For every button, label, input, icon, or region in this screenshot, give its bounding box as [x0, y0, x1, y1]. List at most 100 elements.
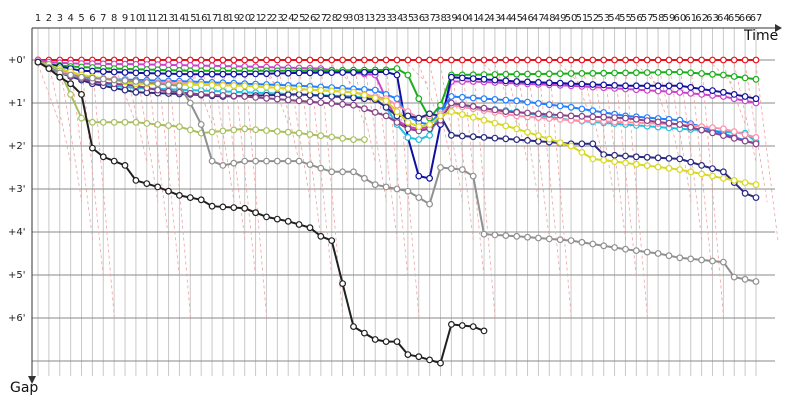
data-point: [578, 105, 586, 113]
data-point: [687, 69, 695, 77]
data-point: [273, 215, 281, 223]
data-point: [415, 56, 423, 64]
data-point: [654, 68, 662, 76]
data-point: [154, 69, 162, 77]
data-point: [589, 81, 597, 88]
data-point: [404, 351, 412, 359]
data-point: [263, 157, 270, 165]
data-point: [437, 56, 444, 64]
data-point: [197, 70, 205, 78]
data-point: [165, 122, 172, 129]
data-point: [720, 125, 727, 133]
data-point: [502, 56, 510, 64]
data-point: [165, 187, 172, 195]
data-point: [556, 56, 564, 64]
data-point: [208, 91, 216, 99]
data-point: [284, 217, 292, 225]
data-point: [404, 71, 412, 79]
x-tick-label: 67: [750, 13, 763, 24]
data-point: [611, 56, 618, 64]
data-point: [241, 157, 249, 165]
y-tick-label: +4': [8, 227, 26, 238]
data-point: [339, 56, 347, 64]
data-point: [632, 160, 640, 168]
data-point: [491, 76, 499, 84]
data-point: [154, 86, 162, 94]
data-point: [458, 166, 466, 174]
data-point: [317, 99, 325, 106]
data-point: [632, 115, 640, 123]
data-point: [393, 56, 401, 64]
data-point: [99, 118, 107, 126]
data-point: [709, 172, 716, 180]
data-point: [350, 88, 357, 96]
data-point: [415, 95, 423, 103]
data-point: [186, 81, 194, 89]
data-point: [600, 242, 608, 250]
data-point: [654, 82, 662, 90]
data-point: [426, 110, 434, 118]
data-point: [611, 81, 618, 89]
data-point: [252, 126, 260, 134]
data-point: [709, 257, 716, 265]
data-point: [295, 221, 303, 228]
data-point: [643, 69, 651, 76]
data-point: [502, 96, 510, 104]
data-point: [339, 100, 347, 108]
data-point: [154, 183, 162, 191]
data-point: [632, 69, 640, 77]
data-point: [437, 101, 444, 109]
data-point: [578, 56, 586, 64]
data-point: [186, 99, 194, 107]
data-point: [730, 273, 738, 281]
data-point: [448, 56, 455, 64]
data-point: [643, 82, 651, 90]
data-point: [252, 70, 260, 78]
data-point: [622, 69, 629, 77]
data-point: [110, 76, 118, 84]
data-point: [545, 56, 553, 64]
data-point: [491, 56, 499, 64]
data-point: [752, 133, 760, 141]
data-point: [458, 322, 466, 329]
data-point: [371, 86, 379, 94]
data-point: [67, 80, 74, 88]
data-point: [415, 194, 423, 202]
data-point: [415, 172, 423, 180]
data-point: [720, 88, 727, 96]
data-point: [361, 329, 368, 337]
data-point: [469, 323, 477, 331]
data-point: [480, 327, 488, 335]
data-point: [632, 247, 640, 255]
data-point: [698, 161, 705, 169]
data-point: [306, 161, 314, 169]
data-point: [524, 70, 531, 78]
data-point: [720, 71, 727, 79]
data-point: [578, 238, 586, 246]
data-point: [741, 137, 749, 145]
data-point: [110, 157, 118, 165]
data-point: [339, 93, 347, 101]
data-point: [143, 79, 151, 86]
data-point: [273, 157, 281, 165]
data-point: [88, 118, 96, 126]
data-point: [306, 69, 314, 77]
data-point: [328, 56, 336, 64]
data-point: [328, 69, 336, 76]
data-point: [252, 93, 260, 101]
x-tick-label: 4: [67, 13, 73, 24]
data-point: [121, 86, 129, 94]
data-point: [263, 94, 270, 102]
data-point: [545, 70, 553, 78]
data-point: [622, 245, 629, 253]
data-point: [687, 123, 695, 131]
data-point: [676, 166, 684, 174]
data-point: [143, 180, 151, 188]
data-point: [676, 254, 684, 262]
data-point: [197, 90, 205, 98]
data-point: [709, 70, 716, 78]
data-point: [545, 111, 553, 118]
data-point: [350, 136, 357, 144]
data-point: [273, 95, 281, 103]
x-tick-label: 2: [46, 13, 52, 24]
